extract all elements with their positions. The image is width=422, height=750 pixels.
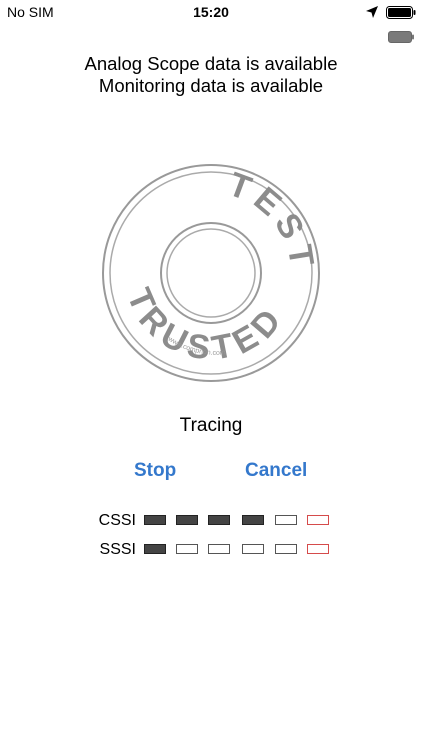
stop-button[interactable]: Stop [134,460,176,482]
battery-icon [386,6,416,19]
signal-segment [208,544,230,554]
signal-segment [176,544,198,554]
cancel-button[interactable]: Cancel [245,460,307,482]
signal-segment [176,515,198,525]
location-arrow-icon [366,6,378,18]
sssi-label: SSSI [99,541,136,558]
monitoring-data-message: Monitoring data is available [98,75,324,96]
signal-segment [208,515,230,525]
device-battery-icon [388,31,414,43]
status-bar: No SIM 15:20 [0,0,422,24]
signal-segment [307,515,329,525]
signal-segment [242,515,264,525]
tracing-status: Tracing [179,415,243,436]
signal-segment [242,544,264,554]
signal-segment [144,515,166,525]
clock: 15:20 [193,4,229,20]
cssi-label: CSSI [98,512,136,529]
signal-segment [275,515,297,525]
seal-top-text: TESTED [101,163,321,275]
signal-segment [144,544,166,554]
scope-data-message: Analog Scope data is available [84,53,338,74]
tested-trusted-seal: TESTED TRUSTED www.comprion.com [101,163,321,382]
signal-segment [307,544,329,554]
signal-segment [275,544,297,554]
